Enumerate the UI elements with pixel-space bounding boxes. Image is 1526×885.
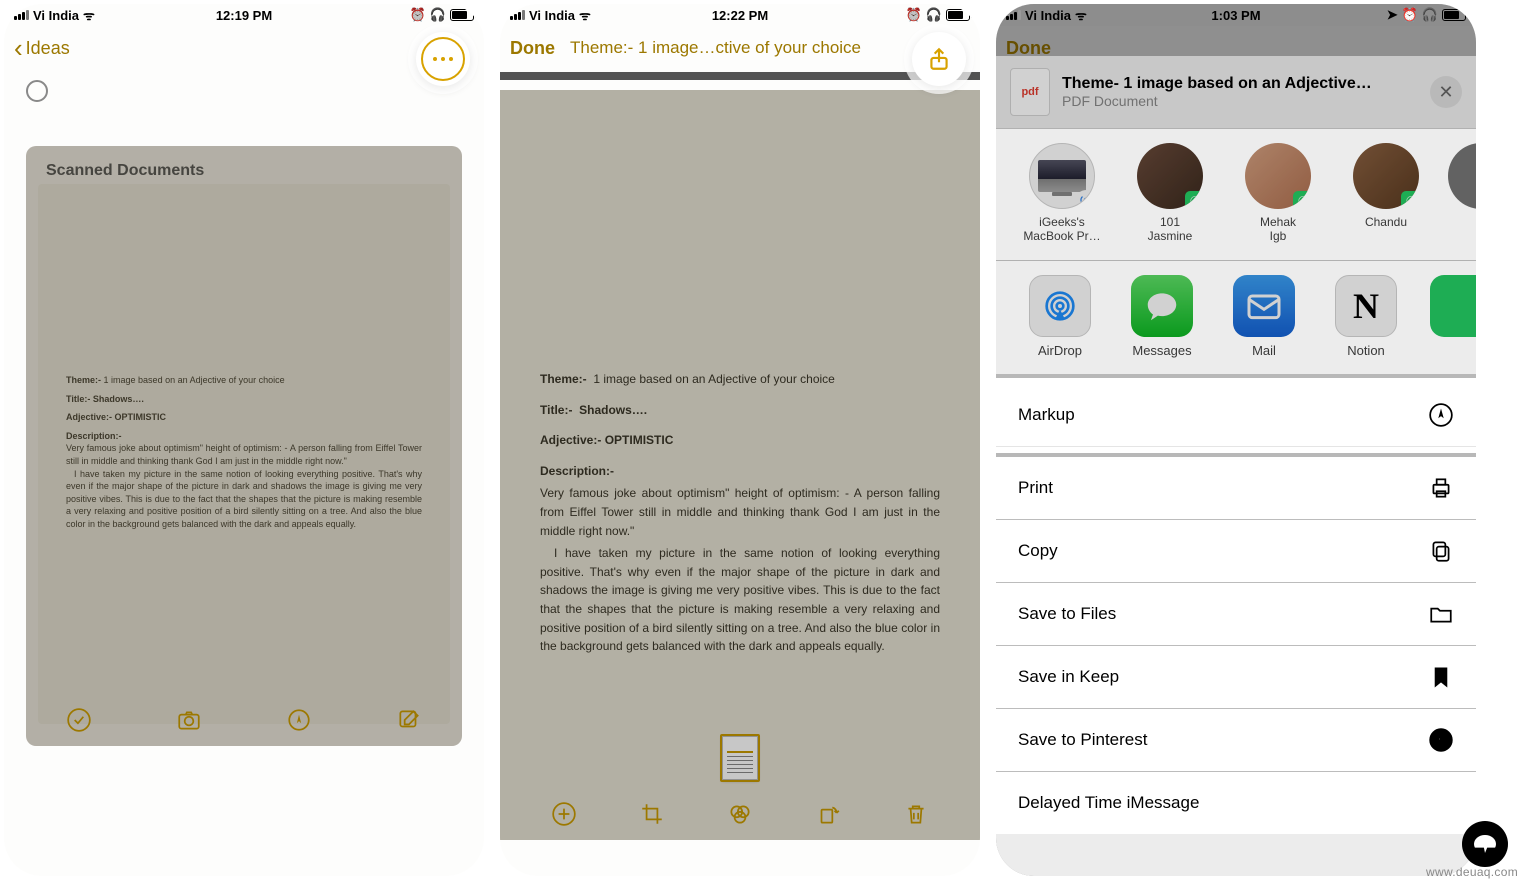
airdrop-badge-icon <box>1076 190 1095 209</box>
messages-icon <box>1143 287 1181 325</box>
trash-icon[interactable] <box>903 801 929 827</box>
camera-icon[interactable] <box>176 707 202 733</box>
folder-icon <box>1428 601 1454 627</box>
add-page-icon[interactable] <box>551 801 577 827</box>
alarm-icon: ⏰ <box>1402 7 1418 23</box>
copy-icon <box>1428 538 1454 564</box>
bottom-toolbar <box>4 694 484 746</box>
signal-icon <box>14 10 29 20</box>
compose-icon[interactable] <box>396 707 422 733</box>
action-copy[interactable]: Copy <box>996 520 1476 583</box>
chat-bubble-button[interactable] <box>1462 821 1508 867</box>
navigation-bar: Done Theme:- 1 image…ctive of your choic… <box>500 26 980 70</box>
signal-icon <box>510 10 525 20</box>
alarm-icon: ⏰ <box>906 7 922 23</box>
contact-item[interactable]: ✆ MehakIgb <box>1232 143 1324 244</box>
screenshot-3: Vi India ᯤ 1:03 PM ➤ ⏰ 🎧 Done pdf Theme-… <box>996 4 1476 876</box>
notion-icon: N <box>1335 275 1397 337</box>
document-title: Theme:- 1 image…ctive of your choice <box>570 38 920 58</box>
back-button[interactable]: ‹ Ideas <box>14 33 70 64</box>
pinterest-icon <box>1428 727 1454 753</box>
page-thumbnail[interactable] <box>722 736 758 780</box>
carrier-label: Vi India <box>1025 8 1071 23</box>
clock-label: 12:22 PM <box>712 8 768 23</box>
headphones-icon: 🎧 <box>1422 7 1438 23</box>
action-save-in-keep[interactable]: Save in Keep <box>996 646 1476 709</box>
done-button[interactable]: Done <box>510 38 555 59</box>
contact-item[interactable]: ✆ Chandu <box>1340 143 1432 244</box>
crop-icon[interactable] <box>639 801 665 827</box>
status-bar: Vi India ᯤ 1:03 PM ➤ ⏰ 🎧 <box>996 4 1476 26</box>
select-checkbox[interactable] <box>26 80 48 102</box>
section-title: Scanned Documents <box>38 158 450 184</box>
status-bar: Vi India ᯤ 12:22 PM ⏰ 🎧 <box>500 4 980 26</box>
checklist-icon[interactable] <box>66 707 92 733</box>
contact-item[interactable]: ✆ 101Jasmine <box>1124 143 1216 244</box>
carrier-label: Vi India <box>529 8 575 23</box>
screenshot-1: Vi India ᯤ 12:19 PM ⏰ 🎧 ‹ Ideas Scanned … <box>4 4 484 876</box>
share-header: pdf Theme- 1 image based on an Adjective… <box>996 56 1476 128</box>
whatsapp-badge-icon: ✆ <box>1401 191 1419 209</box>
wifi-icon: ᯤ <box>1075 6 1087 24</box>
share-file-subtitle: PDF Document <box>1062 93 1430 109</box>
pdf-file-icon: pdf <box>1010 68 1050 116</box>
clock-label: 1:03 PM <box>1211 8 1260 23</box>
signal-icon <box>1006 10 1021 20</box>
battery-icon <box>1442 9 1466 21</box>
share-sheet: pdf Theme- 1 image based on an Adjective… <box>996 56 1476 876</box>
contact-item[interactable]: ✆ <box>1448 143 1476 244</box>
share-apps-row[interactable]: AirDrop Messages Mail N Notion <box>996 261 1476 374</box>
navigation-bar: ‹ Ideas <box>4 26 484 70</box>
location-icon: ➤ <box>1387 7 1398 23</box>
scanned-document-card[interactable]: Scanned Documents Theme:- 1 image based … <box>26 146 462 746</box>
action-save-to-files[interactable]: Save to Files <box>996 583 1476 646</box>
action-save-to-pinterest[interactable]: Save to Pinterest <box>996 709 1476 772</box>
chevron-left-icon: ‹ <box>14 33 23 64</box>
action-print[interactable]: Print <box>996 457 1476 520</box>
rotate-icon[interactable] <box>815 801 841 827</box>
markup-pen-icon <box>1428 402 1454 428</box>
battery-icon <box>946 9 970 21</box>
printer-icon <box>1428 475 1454 501</box>
watermark-label: www.deuaq.com <box>1426 865 1518 879</box>
share-contacts-row[interactable]: iGeeks'sMacBook Pr… ✆ 101Jasmine ✆ Mehak… <box>996 129 1476 260</box>
headphones-icon: 🎧 <box>430 7 446 23</box>
wifi-icon: ᯤ <box>83 6 95 24</box>
battery-icon <box>450 9 474 21</box>
wifi-icon: ᯤ <box>579 6 591 24</box>
back-label: Ideas <box>26 38 70 59</box>
close-icon: ✕ <box>1438 82 1453 103</box>
action-delayed-imessage[interactable]: Delayed Time iMessage <box>996 772 1476 834</box>
bookmark-icon <box>1428 664 1454 690</box>
markup-icon[interactable] <box>286 707 312 733</box>
share-icon <box>926 46 952 72</box>
share-actions-list: Markup Print Copy Save to Files <box>996 384 1476 834</box>
mail-icon <box>1244 286 1284 326</box>
whatsapp-badge-icon: ✆ <box>1293 191 1311 209</box>
airdrop-icon <box>1040 286 1080 326</box>
status-bar: Vi India ᯤ 12:19 PM ⏰ 🎧 <box>4 4 484 26</box>
bottom-toolbar <box>500 788 980 840</box>
share-file-title: Theme- 1 image based on an Adjective… <box>1062 75 1430 93</box>
filter-icon[interactable] <box>727 801 753 827</box>
more-button-highlight[interactable] <box>416 32 470 86</box>
airdrop-contact[interactable]: iGeeks'sMacBook Pr… <box>1016 143 1108 244</box>
headphones-icon: 🎧 <box>926 7 942 23</box>
screenshot-2: Vi India ᯤ 12:22 PM ⏰ 🎧 Done Theme:- 1 i… <box>500 4 980 876</box>
close-button[interactable]: ✕ <box>1430 76 1462 108</box>
share-button-highlight[interactable] <box>912 32 966 86</box>
carrier-label: Vi India <box>33 8 79 23</box>
app-messages[interactable]: Messages <box>1124 275 1200 358</box>
action-markup[interactable]: Markup <box>996 384 1476 447</box>
document-page: Theme:- 1 image based on an Adjective of… <box>38 184 450 724</box>
app-notion[interactable]: N Notion <box>1328 275 1404 358</box>
whatsapp-badge-icon: ✆ <box>1185 191 1203 209</box>
alarm-icon: ⏰ <box>410 7 426 23</box>
app-mail[interactable]: Mail <box>1226 275 1302 358</box>
clock-label: 12:19 PM <box>216 8 272 23</box>
app-airdrop[interactable]: AirDrop <box>1022 275 1098 358</box>
document-view[interactable]: Theme:- 1 image based on an Adjective of… <box>500 90 980 840</box>
app-more[interactable] <box>1430 275 1450 358</box>
